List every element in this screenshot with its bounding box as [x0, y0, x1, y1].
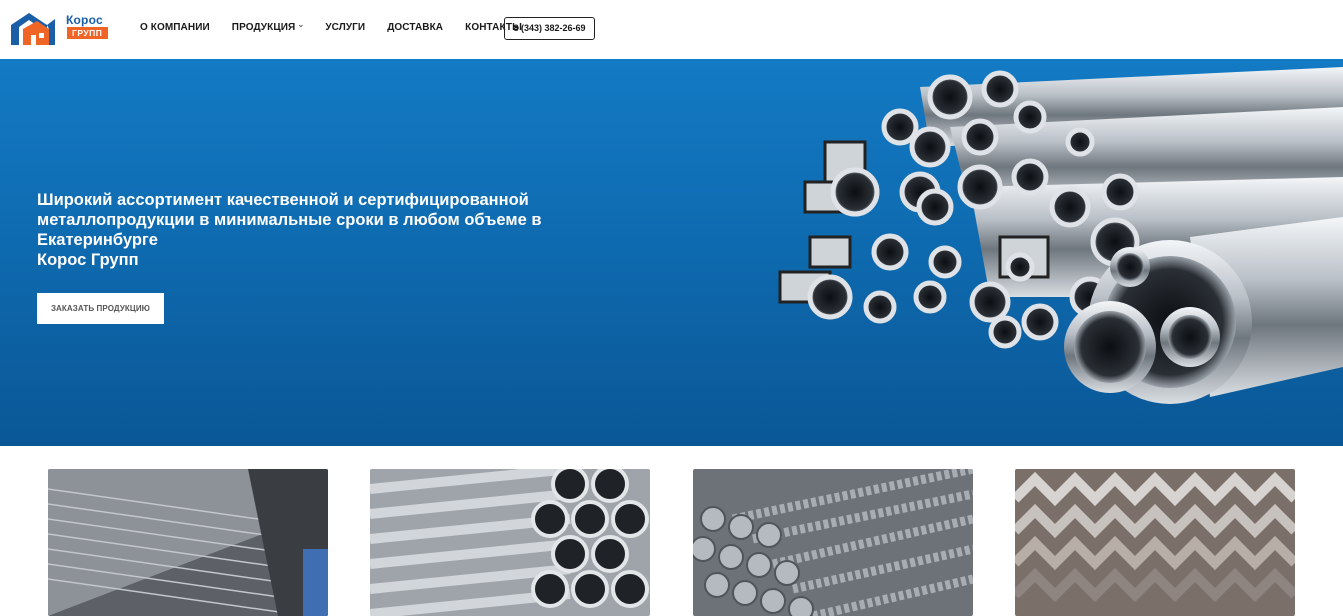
hero-title: Широкий ассортимент качественной и серти…: [37, 190, 627, 270]
order-products-button[interactable]: ЗАКАЗАТЬ ПРОДУКЦИЮ: [37, 293, 164, 324]
logo-subname: ГРУПП: [67, 27, 109, 39]
phone-button[interactable]: 8 (343) 382-26-69: [504, 17, 595, 40]
logo-building-icon: [11, 13, 55, 45]
logo-name: Корос: [66, 13, 103, 27]
site-header: Корос ГРУПП О компании Продукция ⌄ Услуг…: [0, 0, 1343, 59]
metal-pipes-image: [778, 67, 1343, 404]
product-card-sheets[interactable]: [48, 469, 328, 616]
hero-title-line: Екатеринбурге: [37, 231, 158, 249]
hero-title-line: Корос Групп: [37, 251, 139, 269]
main-nav: О компании Продукция ⌄ Услуги Доставка К…: [140, 20, 544, 33]
nav-products[interactable]: Продукция ⌄: [231, 20, 304, 33]
company-logo[interactable]: Корос ГРУПП: [9, 11, 109, 47]
product-card-pipes[interactable]: [370, 469, 650, 616]
rebar-image: [693, 469, 973, 616]
pipes-image: [370, 469, 650, 616]
angle-steel-image: [1015, 469, 1295, 616]
nav-delivery[interactable]: Доставка: [387, 22, 443, 33]
hero-banner: Широкий ассортимент качественной и серти…: [0, 59, 1343, 446]
nav-about[interactable]: О компании: [140, 22, 210, 33]
nav-products-label: Продукция: [231, 22, 296, 33]
product-cards: [0, 469, 1343, 616]
nav-services[interactable]: Услуги: [325, 22, 365, 33]
metal-sheets-image: [48, 469, 328, 616]
product-card-rebar[interactable]: [693, 469, 973, 616]
chevron-down-icon: ⌄: [297, 20, 305, 29]
product-card-angle[interactable]: [1015, 469, 1295, 616]
hero-title-line: металлопродукции в минимальные сроки в л…: [37, 211, 542, 229]
hero-title-line: Широкий ассортимент качественной и серти…: [37, 191, 529, 209]
